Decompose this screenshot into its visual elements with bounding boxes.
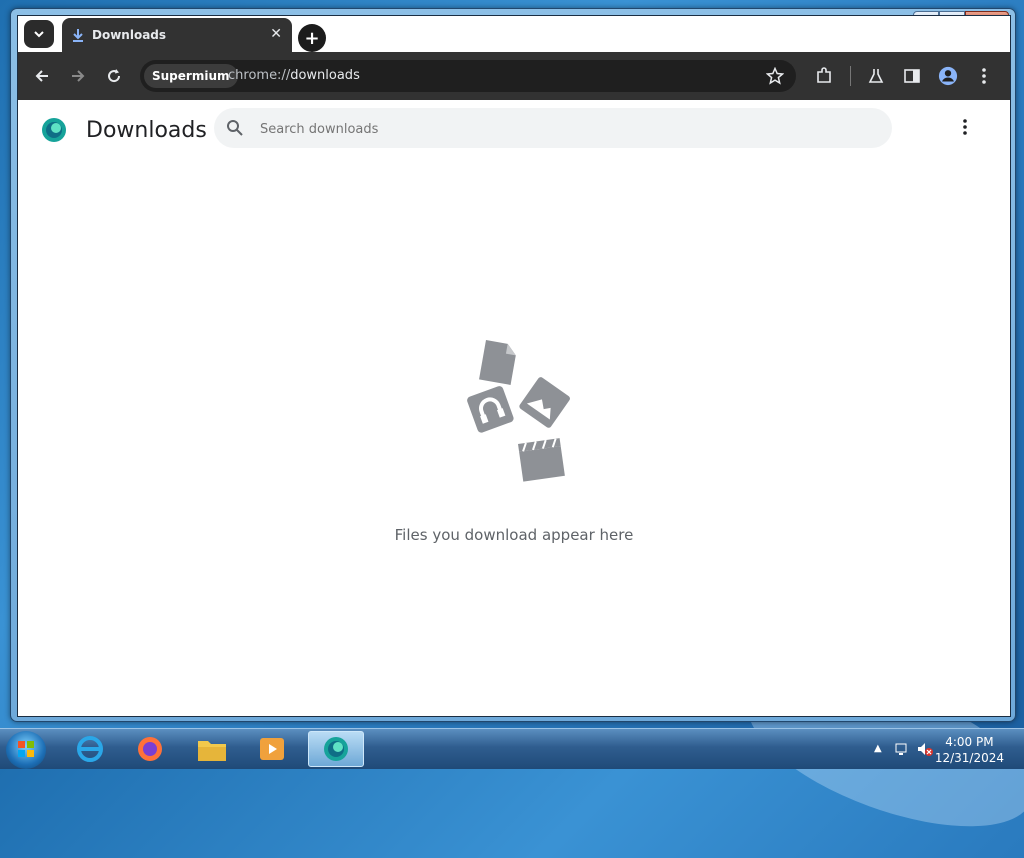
taskbar-firefox-icon[interactable] bbox=[122, 731, 178, 767]
image-icon bbox=[519, 377, 570, 428]
toolbar-divider bbox=[850, 66, 851, 86]
taskbar-explorer-folder-icon[interactable] bbox=[184, 731, 240, 767]
browser-chrome: Downloads ✕ + Supermium chrome://downloa… bbox=[17, 15, 1011, 717]
show-hidden-icons-icon[interactable]: ▲ bbox=[874, 743, 882, 754]
video-icon bbox=[518, 438, 565, 482]
tab-close-icon[interactable]: ✕ bbox=[270, 26, 282, 42]
clock-time: 4:00 PM bbox=[945, 735, 994, 749]
system-tray: ▲ 4:00 PM 12/31/2024 bbox=[864, 729, 1024, 769]
side-panel-icon[interactable] bbox=[902, 66, 922, 86]
new-tab-button[interactable]: + bbox=[298, 24, 326, 52]
tab-strip: Downloads ✕ + bbox=[18, 16, 1010, 54]
windows-logo-icon bbox=[18, 741, 34, 757]
page-menu-kebab-icon[interactable] bbox=[962, 118, 982, 138]
toolbar: Supermium chrome://downloads bbox=[18, 52, 1010, 100]
labs-flask-icon[interactable] bbox=[866, 66, 886, 86]
omnibox[interactable]: Supermium chrome://downloads bbox=[140, 60, 796, 92]
start-button[interactable] bbox=[6, 731, 46, 769]
download-icon bbox=[73, 29, 83, 42]
bookmark-star-icon[interactable] bbox=[765, 66, 785, 89]
url-path: downloads bbox=[290, 68, 360, 83]
taskbar-supermium-icon[interactable] bbox=[308, 731, 364, 767]
tab-search-button[interactable] bbox=[24, 20, 54, 48]
clock-date: 12/31/2024 bbox=[934, 751, 1004, 765]
chevron-down-icon bbox=[34, 31, 44, 38]
taskbar-internet-explorer-icon[interactable] bbox=[62, 731, 118, 767]
taskbar: ▲ 4:00 PM 12/31/2024 bbox=[0, 728, 1024, 769]
volume-muted-icon[interactable] bbox=[916, 741, 934, 761]
page-title: Downloads bbox=[86, 118, 207, 143]
search-bar[interactable] bbox=[214, 108, 892, 148]
empty-message: Files you download appear here bbox=[394, 526, 634, 544]
search-input[interactable] bbox=[258, 116, 862, 142]
menu-kebab-icon[interactable] bbox=[974, 66, 994, 86]
forward-icon[interactable] bbox=[68, 66, 88, 86]
downloads-page: Downloads Search downloads Files you dow… bbox=[18, 100, 1010, 716]
tab-title: Downloads bbox=[92, 28, 167, 42]
document-icon bbox=[479, 340, 516, 385]
search-icon bbox=[227, 120, 243, 136]
site-chip[interactable]: Supermium bbox=[144, 64, 238, 88]
clock[interactable]: 4:00 PM 12/31/2024 bbox=[935, 734, 1004, 766]
url-scheme: chrome:// bbox=[228, 68, 291, 83]
reload-icon[interactable] bbox=[104, 66, 124, 86]
audio-icon bbox=[467, 386, 514, 433]
back-icon[interactable] bbox=[32, 66, 52, 86]
taskbar-media-player-icon[interactable] bbox=[244, 731, 300, 767]
empty-downloads-illustration bbox=[467, 340, 570, 482]
network-icon[interactable] bbox=[894, 741, 910, 761]
tab-downloads[interactable]: Downloads ✕ bbox=[62, 18, 292, 54]
url-text[interactable]: chrome://downloads bbox=[228, 68, 360, 83]
browser-window: ▁ □ ✕ Downloads ✕ + bbox=[10, 8, 1016, 722]
profile-avatar-icon[interactable] bbox=[938, 66, 958, 86]
extensions-icon[interactable] bbox=[814, 66, 834, 86]
supermium-logo-icon bbox=[40, 116, 68, 148]
